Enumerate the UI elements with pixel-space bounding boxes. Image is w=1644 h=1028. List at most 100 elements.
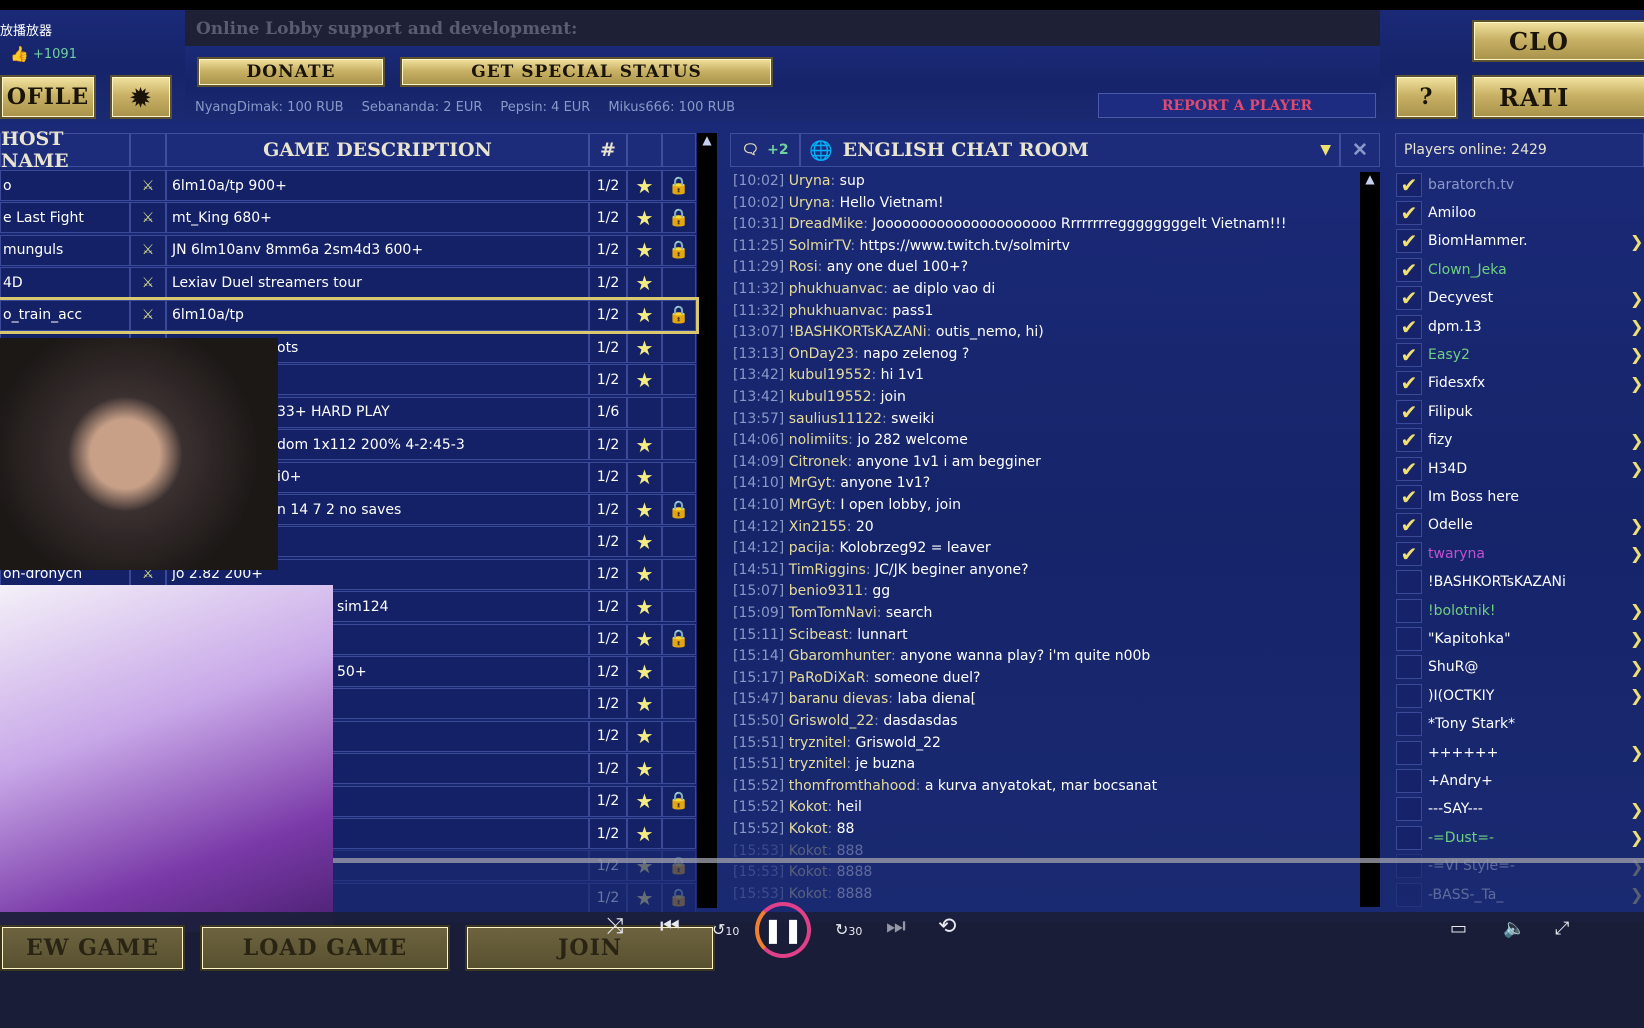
- player-checkbox[interactable]: ✔: [1396, 399, 1422, 424]
- sender-name[interactable]: TomTomNavi: [789, 605, 877, 621]
- sender-name[interactable]: !BASHKORTsKAZANi: [789, 324, 927, 340]
- chat-tab-private[interactable]: 🗨 +2: [730, 133, 800, 167]
- header-description[interactable]: GAME DESCRIPTION: [166, 133, 589, 167]
- sender-name[interactable]: Kokot: [789, 799, 828, 815]
- player-row[interactable]: )I(OCTKIY ❯: [1396, 682, 1644, 709]
- chat-room-selector[interactable]: 🌐 ENGLISH CHAT ROOM ▼: [800, 133, 1340, 167]
- sender-name[interactable]: pacija: [789, 540, 831, 556]
- shuffle-icon[interactable]: ⤨: [606, 914, 624, 939]
- player-checkbox[interactable]: ✔: [1396, 371, 1422, 396]
- subtitles-icon[interactable]: ▭: [1450, 918, 1467, 939]
- video-progress-bar[interactable]: [333, 858, 1644, 863]
- player-row[interactable]: ✔ baratorch.tv: [1396, 171, 1644, 198]
- player-checkbox[interactable]: [1396, 626, 1422, 651]
- sender-name[interactable]: nolimiits: [789, 432, 848, 448]
- sender-name[interactable]: OnDay23: [789, 346, 854, 362]
- sender-name[interactable]: SolmirTV: [789, 238, 851, 254]
- rating-button[interactable]: RATI: [1472, 75, 1644, 119]
- player-row[interactable]: ✔ fizy ❯: [1396, 427, 1644, 454]
- donate-button[interactable]: DONATE: [197, 57, 385, 87]
- sender-name[interactable]: Uryna: [789, 195, 831, 211]
- player-row[interactable]: ✔ H34D ❯: [1396, 455, 1644, 482]
- player-checkbox[interactable]: [1396, 797, 1422, 822]
- game-row[interactable]: o_train_acc ⚔ 6lm10a/tp 1/2 ★ 🔒: [0, 296, 699, 334]
- sender-name[interactable]: Kokot: [789, 821, 828, 837]
- player-checkbox[interactable]: [1396, 712, 1422, 737]
- volume-icon[interactable]: 🔈: [1503, 918, 1525, 939]
- player-row[interactable]: ✔ Odelle ❯: [1396, 512, 1644, 539]
- sender-name[interactable]: tryznitel: [789, 756, 847, 772]
- player-row[interactable]: *Tony Stark*: [1396, 711, 1644, 738]
- sender-name[interactable]: Kokot: [789, 843, 828, 859]
- player-row[interactable]: ✔ Amiloo: [1396, 199, 1644, 226]
- player-checkbox[interactable]: ✔: [1396, 172, 1422, 197]
- game-row[interactable]: e Last Fight ⚔ mt_King 680+ 1/2 ★ 🔒: [0, 202, 696, 234]
- previous-icon[interactable]: ⏮: [660, 914, 680, 939]
- player-row[interactable]: ✔ dpm.13 ❯: [1396, 313, 1644, 340]
- player-checkbox[interactable]: [1396, 570, 1422, 595]
- help-button[interactable]: ?: [1395, 75, 1458, 119]
- repeat-off-icon[interactable]: ⟲: [938, 914, 956, 939]
- settings-gear-button[interactable]: ✹: [110, 75, 172, 119]
- sender-name[interactable]: Gbaromhunter: [789, 648, 891, 664]
- game-row[interactable]: 4D ⚔ Lexiav Duel streamers tour 1/2 ★: [0, 267, 696, 299]
- player-checkbox[interactable]: ✔: [1396, 314, 1422, 339]
- player-row[interactable]: +Andry+: [1396, 767, 1644, 794]
- player-checkbox[interactable]: ✔: [1396, 229, 1422, 254]
- sender-name[interactable]: kubul19552: [789, 367, 872, 383]
- player-row[interactable]: -=VI Style=- ❯: [1396, 853, 1644, 880]
- header-host[interactable]: HOST NAME: [0, 128, 130, 172]
- header-players[interactable]: #: [589, 133, 627, 167]
- close-button[interactable]: CLO: [1472, 20, 1644, 62]
- sender-name[interactable]: Griswold_22: [789, 713, 874, 729]
- get-special-status-button[interactable]: GET SPECIAL STATUS: [400, 57, 773, 87]
- player-checkbox[interactable]: [1396, 825, 1422, 850]
- sender-name[interactable]: Kokot: [789, 886, 828, 902]
- rewind-10-icon[interactable]: ↺10: [712, 920, 739, 939]
- player-row[interactable]: ✔ Decyvest ❯: [1396, 285, 1644, 312]
- header-type[interactable]: [130, 133, 166, 167]
- player-row[interactable]: ✔ Easy2 ❯: [1396, 341, 1644, 368]
- player-checkbox[interactable]: ✔: [1396, 428, 1422, 453]
- sender-name[interactable]: MrGyt: [789, 497, 831, 513]
- player-row[interactable]: -=Dust=- ❯: [1396, 824, 1644, 851]
- player-row[interactable]: ✔ Fidesxfx ❯: [1396, 370, 1644, 397]
- player-checkbox[interactable]: [1396, 655, 1422, 680]
- player-checkbox[interactable]: [1396, 598, 1422, 623]
- profile-button[interactable]: OFILE: [0, 75, 96, 119]
- sender-name[interactable]: Uryna: [789, 173, 831, 189]
- player-checkbox[interactable]: ✔: [1396, 257, 1422, 282]
- player-checkbox[interactable]: ✔: [1396, 200, 1422, 225]
- sender-name[interactable]: thomfromthahood: [789, 778, 916, 794]
- sender-name[interactable]: Xin2155: [789, 519, 847, 535]
- player-row[interactable]: ✔ Im Boss here: [1396, 483, 1644, 510]
- chat-scrollbar[interactable]: ▲: [1360, 172, 1380, 907]
- player-checkbox[interactable]: [1396, 882, 1422, 907]
- chat-close-button[interactable]: ✕: [1340, 133, 1380, 167]
- next-icon[interactable]: ⏭: [886, 914, 906, 939]
- player-checkbox[interactable]: ✔: [1396, 484, 1422, 509]
- player-row[interactable]: ✔ Filipuk: [1396, 398, 1644, 425]
- new-game-button[interactable]: EW GAME: [0, 925, 185, 971]
- sender-name[interactable]: kubul19552: [789, 389, 872, 405]
- sender-name[interactable]: TimRiggins: [789, 562, 866, 578]
- sender-name[interactable]: phukhuanvac: [789, 281, 884, 297]
- sender-name[interactable]: baranu dievas: [789, 691, 889, 707]
- sender-name[interactable]: Scibeast: [789, 627, 848, 643]
- player-checkbox[interactable]: [1396, 768, 1422, 793]
- pause-button[interactable]: ❚❚: [755, 902, 811, 958]
- forward-30-icon[interactable]: ↻30: [835, 920, 862, 939]
- player-row[interactable]: ✔ twaryna ❯: [1396, 540, 1644, 567]
- player-checkbox[interactable]: ✔: [1396, 513, 1422, 538]
- sender-name[interactable]: Kokot: [789, 864, 828, 880]
- dropdown-icon[interactable]: ▼: [1320, 142, 1331, 158]
- player-row[interactable]: ✔ Clown_Jeka: [1396, 256, 1644, 283]
- player-row[interactable]: -BASS-_Ta_ ❯: [1396, 881, 1644, 908]
- game-row[interactable]: o ⚔ 6lm10a/tp 900+ 1/2 ★ 🔒: [0, 170, 696, 201]
- player-checkbox[interactable]: ✔: [1396, 286, 1422, 311]
- sender-name[interactable]: DreadMike: [789, 216, 864, 232]
- player-row[interactable]: !BASHKORTsKAZANi: [1396, 569, 1644, 596]
- player-row[interactable]: ---SAY--- ❯: [1396, 796, 1644, 823]
- header-star[interactable]: [627, 133, 662, 167]
- report-player-button[interactable]: REPORT A PLAYER: [1098, 93, 1376, 118]
